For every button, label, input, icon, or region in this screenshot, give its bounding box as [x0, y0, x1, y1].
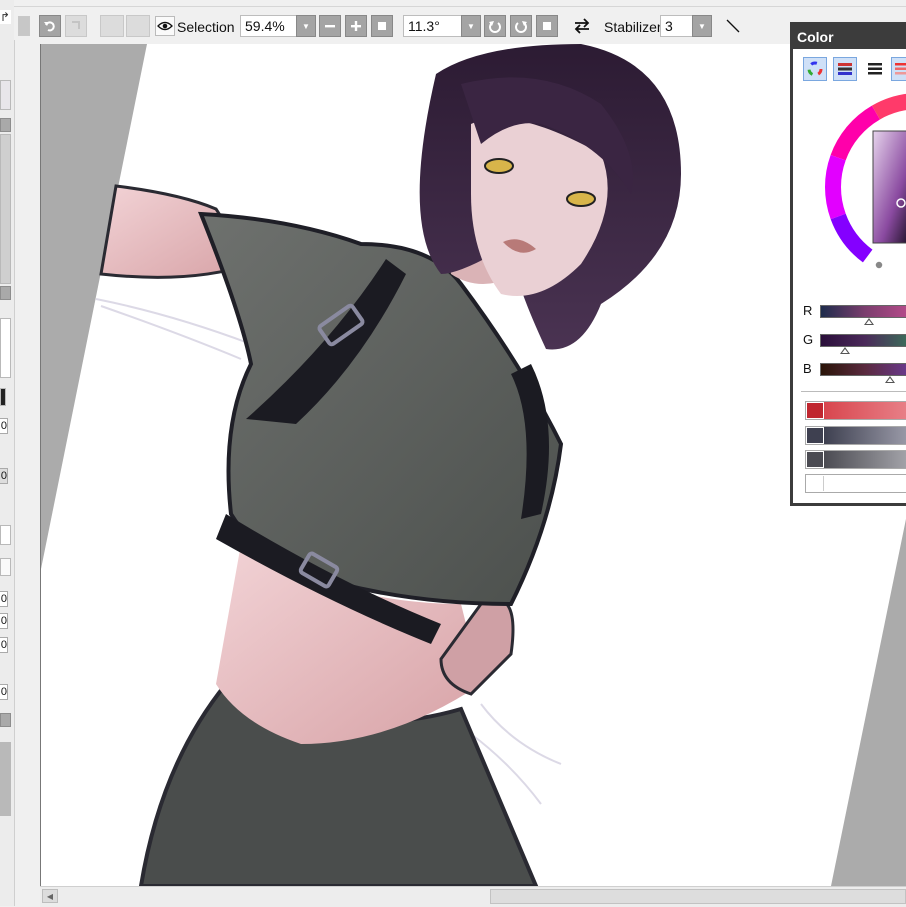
scroll-thumb[interactable] — [490, 889, 906, 904]
rotate-reset-button[interactable] — [536, 15, 558, 37]
rgb-sliders-icon — [837, 62, 853, 76]
panel-divider — [0, 558, 11, 576]
redo-icon — [70, 20, 82, 32]
left-field-3[interactable]: 0 — [0, 591, 8, 607]
invert-selection-button[interactable] — [126, 15, 150, 37]
scroll-up-button-2[interactable] — [0, 713, 11, 727]
artwork-canvas[interactable] — [41, 44, 906, 886]
left-panel-edge: ↱ 0 0 0 0 0 0 — [0, 0, 15, 906]
slider-r-track[interactable] — [820, 305, 906, 318]
left-field-2[interactable]: 0 — [0, 468, 8, 484]
selection-label: Selection — [177, 18, 235, 36]
panel-preview — [0, 80, 11, 110]
panel-divider — [801, 391, 906, 392]
zoom-field[interactable]: 59.4% — [240, 15, 304, 37]
plus-icon — [350, 20, 362, 32]
redo-button[interactable] — [65, 15, 87, 37]
slider-r-thumb[interactable] — [864, 318, 874, 325]
canvas-area[interactable] — [40, 44, 906, 886]
swatch-row-slate[interactable] — [805, 426, 906, 445]
undo-button[interactable] — [39, 15, 61, 37]
stop-square-icon — [377, 21, 387, 31]
slider-g-thumb[interactable] — [840, 347, 850, 354]
line-tool-button[interactable] — [723, 16, 743, 36]
palette-icon — [894, 62, 906, 76]
scroll-left-arrow-icon[interactable]: ◀ — [42, 889, 58, 903]
color-chip[interactable] — [0, 388, 6, 406]
scroll-up-button[interactable] — [0, 118, 11, 132]
swatch-row-red[interactable] — [805, 401, 906, 420]
color-wheel-icon — [807, 61, 823, 77]
color-panel-title: Color — [793, 25, 906, 49]
slider-g-track[interactable] — [820, 334, 906, 347]
left-field-4[interactable]: 0 — [0, 613, 8, 629]
rotate-right-icon — [514, 19, 528, 33]
collapse-icon[interactable] — [18, 16, 30, 36]
swatch-row-gray[interactable] — [805, 450, 906, 469]
stabilizer-dropdown-icon[interactable]: ▼ — [692, 15, 712, 37]
rotate-left-button[interactable] — [484, 15, 506, 37]
swatch-row-white[interactable] — [805, 474, 906, 493]
scroll-down-button[interactable] — [0, 286, 11, 300]
left-field-6[interactable]: 0 — [0, 684, 8, 700]
redo-arrow-icon[interactable]: ↱ — [0, 10, 11, 24]
eye-icon[interactable] — [155, 16, 175, 36]
color-panel: Color R G — [790, 22, 906, 506]
stop-square-icon — [542, 21, 552, 31]
hue-wheel[interactable] — [823, 87, 906, 287]
zoom-reset-button[interactable] — [371, 15, 393, 37]
slider-b-thumb[interactable] — [885, 376, 895, 383]
rotate-right-button[interactable] — [510, 15, 532, 37]
hsv-sliders-tab[interactable] — [863, 57, 887, 81]
left-eye — [485, 159, 513, 173]
horizontal-scrollbar[interactable]: ◀ — [40, 886, 906, 907]
toolbar: Selection 59.4% ▼ 11.3° ▼ Stabilizer 3 ▼ — [14, 0, 906, 40]
line-icon — [723, 16, 743, 36]
undo-icon — [43, 19, 57, 33]
right-eye — [567, 192, 595, 206]
slider-r-label: R — [803, 303, 812, 318]
panel-input[interactable] — [0, 525, 11, 545]
rotate-left-icon — [488, 19, 502, 33]
stabilizer-label: Stabilizer — [604, 18, 662, 36]
zoom-out-button[interactable] — [319, 15, 341, 37]
zoom-dropdown-icon[interactable]: ▼ — [296, 15, 316, 37]
left-field-5[interactable]: 0 — [0, 637, 8, 653]
panel-scroll-track[interactable] — [0, 134, 11, 284]
flip-horizontal-icon — [573, 18, 591, 34]
rotation-dropdown-icon[interactable]: ▼ — [461, 15, 481, 37]
zoom-in-button[interactable] — [345, 15, 367, 37]
flip-button[interactable] — [572, 16, 592, 36]
panel-thumbnail — [0, 318, 11, 378]
toolbar-divider — [14, 6, 906, 7]
hsv-sliders-icon — [867, 62, 883, 76]
color-wheel-tab[interactable] — [803, 57, 827, 81]
palette-tab[interactable] — [891, 57, 906, 81]
left-field-1[interactable]: 0 — [0, 418, 8, 434]
slider-g-label: G — [803, 332, 813, 347]
panel-scroll-thumb[interactable] — [0, 742, 11, 816]
rgb-sliders-tab[interactable] — [833, 57, 857, 81]
slider-b-track[interactable] — [820, 363, 906, 376]
slider-b-label: B — [803, 361, 812, 376]
deselect-button[interactable] — [100, 15, 124, 37]
rotation-field[interactable]: 11.3° — [403, 15, 467, 37]
minus-icon — [324, 20, 336, 32]
